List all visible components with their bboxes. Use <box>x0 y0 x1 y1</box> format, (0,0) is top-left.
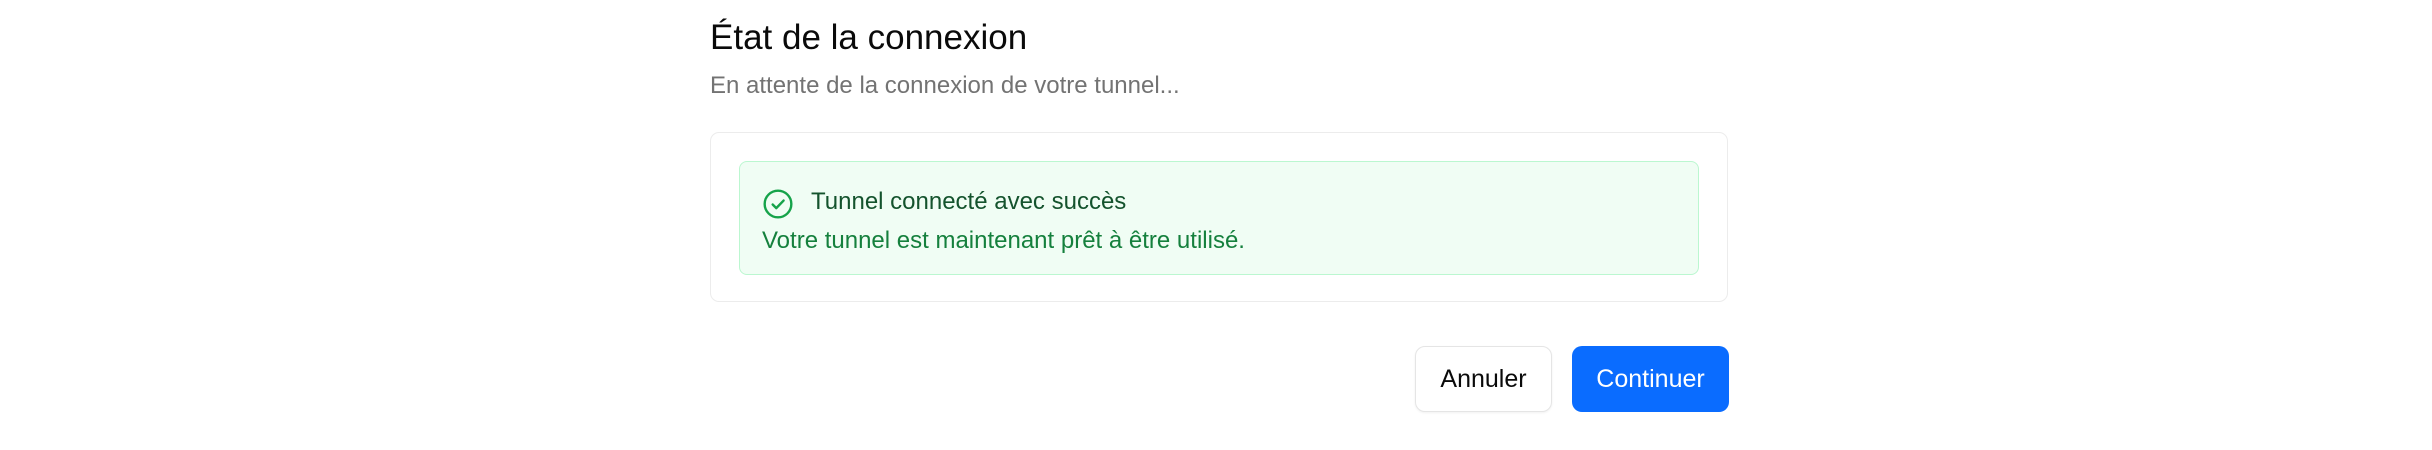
check-circle-icon <box>763 189 793 219</box>
continue-button[interactable]: Continuer <box>1572 346 1729 412</box>
page-subtitle: En attente de la connexion de votre tunn… <box>710 72 1180 99</box>
success-alert: Tunnel connecté avec succès Votre tunnel… <box>739 161 1699 275</box>
connection-status-panel: État de la connexion En attente de la co… <box>710 0 1730 450</box>
page-title: État de la connexion <box>710 18 1028 57</box>
cancel-button[interactable]: Annuler <box>1415 346 1552 412</box>
status-card: Tunnel connecté avec succès Votre tunnel… <box>710 132 1728 302</box>
alert-title: Tunnel connecté avec succès <box>811 188 1127 215</box>
alert-description: Votre tunnel est maintenant prêt à être … <box>762 227 1245 254</box>
